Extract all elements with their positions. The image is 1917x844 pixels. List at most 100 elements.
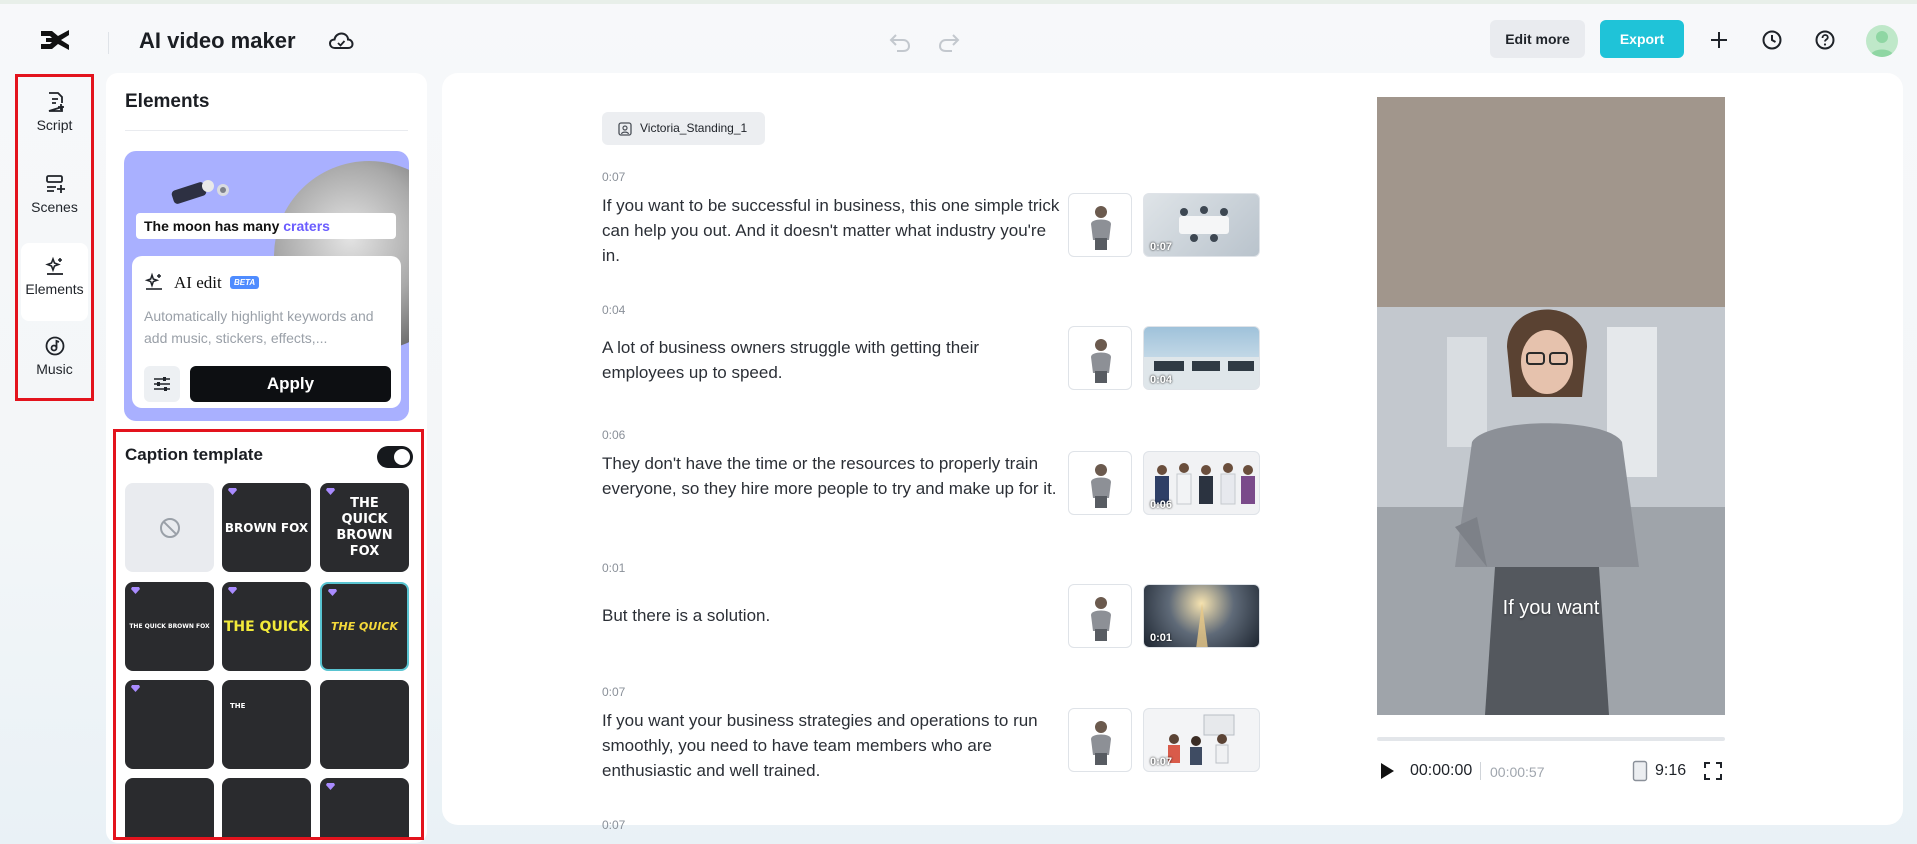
avatar-thumbnail[interactable]: [1068, 326, 1132, 390]
promo-caption-highlight: craters: [283, 218, 330, 234]
fullscreen-icon[interactable]: [1703, 761, 1723, 781]
current-time: 00:00:00: [1410, 762, 1473, 779]
avatar-thumbnail[interactable]: [1068, 584, 1132, 648]
template-item[interactable]: THE QUICK BROWN FOX: [125, 582, 214, 671]
preview-caption: If you want: [1502, 597, 1600, 619]
ai-edit-card: AI edit BETA Automatically highlight key…: [132, 256, 401, 408]
segment-time: 0:01: [602, 561, 626, 575]
playback-progress-bar[interactable]: [1377, 737, 1725, 741]
segment-text[interactable]: If you want your business strategies and…: [602, 708, 1062, 783]
avatar-figure-icon: [1091, 206, 1111, 250]
avatar-figure-icon: [1091, 464, 1111, 508]
ai-edit-description: Automatically highlight keywords and add…: [144, 308, 374, 346]
sliders-icon: [154, 377, 170, 391]
music-icon: [45, 336, 64, 356]
total-time: 00:00:57: [1490, 764, 1545, 780]
video-preview[interactable]: If you want: [1377, 97, 1725, 715]
help-icon[interactable]: [1813, 28, 1837, 52]
scene-thumbnail[interactable]: 0:06: [1143, 451, 1260, 515]
scene-duration: 0:01: [1150, 632, 1173, 644]
aspect-ratio-label[interactable]: 9:16: [1655, 762, 1686, 780]
none-icon: [159, 517, 180, 538]
segment-time: 0:04: [602, 303, 626, 317]
avatar-thumbnail[interactable]: [1068, 193, 1132, 257]
template-text: THE QUICK BROWN FOX: [129, 623, 210, 630]
template-item[interactable]: BROWN FOX: [222, 483, 311, 572]
nav-item-script[interactable]: Script: [21, 79, 88, 157]
app-title: AI video maker: [139, 28, 296, 53]
panel-title: Elements: [125, 91, 210, 112]
template-item[interactable]: [320, 778, 409, 837]
script-segment[interactable]: 0:06 They don't have the time or the res…: [602, 428, 1262, 538]
ai-edit-promo: The moon has many craters AI edit BETA A…: [124, 151, 409, 421]
template-text: THE QUICK: [223, 618, 310, 635]
segment-text[interactable]: If you want to be successful in business…: [602, 193, 1062, 268]
left-nav: Script Scenes Elements Music: [15, 74, 94, 401]
scene-thumbnail[interactable]: 0:07: [1143, 708, 1260, 772]
nav-item-elements[interactable]: Elements: [21, 243, 88, 321]
history-icon[interactable]: [1760, 28, 1784, 52]
segment-time: 0:07: [602, 818, 626, 832]
premium-gem-icon: [328, 589, 337, 596]
premium-gem-icon: [326, 783, 335, 790]
premium-gem-icon: [228, 587, 237, 594]
avatar-thumbnail[interactable]: [1068, 451, 1132, 515]
scenes-icon: [45, 175, 65, 193]
avatar-tag[interactable]: Victoria_Standing_1: [602, 112, 766, 145]
segment-text[interactable]: But there is a solution.: [602, 603, 1062, 628]
edit-more-button[interactable]: Edit more: [1490, 20, 1585, 58]
template-text: BROWN FOX: [224, 520, 309, 535]
scene-thumbnail[interactable]: 0:07: [1143, 193, 1260, 257]
nav-label-scenes: Scenes: [31, 199, 78, 215]
avatar-figure-icon: [1091, 339, 1111, 383]
nav-label-elements: Elements: [25, 281, 84, 297]
template-item[interactable]: [125, 680, 214, 769]
undo-icon[interactable]: [888, 31, 912, 53]
script-segment[interactable]: 0:07: [602, 818, 1262, 838]
template-item[interactable]: [320, 680, 409, 769]
script-segment[interactable]: 0:07 If you want your business strategie…: [602, 685, 1262, 785]
user-avatar[interactable]: [1866, 25, 1898, 57]
template-item[interactable]: [222, 778, 311, 837]
time-separator: [1480, 762, 1481, 780]
scene-duration: 0:04: [1150, 374, 1173, 386]
scene-thumbnail[interactable]: 0:04: [1143, 326, 1260, 390]
premium-gem-icon: [228, 488, 237, 495]
avatar-thumbnail[interactable]: [1068, 708, 1132, 772]
segment-time: 0:07: [602, 170, 626, 184]
nav-item-scenes[interactable]: Scenes: [21, 161, 88, 239]
template-item[interactable]: [125, 778, 214, 837]
play-icon[interactable]: [1379, 762, 1395, 780]
caption-template-section: Caption template BROWN FOX THE QUICK BRO…: [113, 429, 424, 840]
presenter-video-frame: [1377, 97, 1725, 715]
apply-button[interactable]: Apply: [190, 366, 391, 402]
redo-icon[interactable]: [937, 31, 961, 53]
nav-item-music[interactable]: Music: [21, 323, 88, 401]
script-segment[interactable]: 0:04 A lot of business owners struggle w…: [602, 303, 1262, 393]
segment-text[interactable]: They don't have the time or the resource…: [602, 451, 1062, 501]
export-button[interactable]: Export: [1600, 20, 1684, 58]
header-divider: [108, 32, 109, 54]
template-item[interactable]: THE QUICK BROWN FOX: [320, 483, 409, 572]
scene-duration: 0:07: [1150, 241, 1173, 253]
capcut-logo[interactable]: [38, 26, 72, 56]
script-segment[interactable]: 0:01 But there is a solution. 0:01: [602, 561, 1262, 651]
template-item[interactable]: THE QUICK: [222, 582, 311, 671]
cloud-sync-icon[interactable]: [328, 30, 354, 52]
premium-gem-icon: [326, 488, 335, 495]
elements-icon: [44, 256, 63, 275]
segment-text[interactable]: A lot of business owners struggle with g…: [602, 335, 1062, 385]
premium-gem-icon: [131, 685, 140, 692]
scene-thumbnail[interactable]: 0:01: [1143, 584, 1260, 648]
template-item[interactable]: THE: [222, 680, 311, 769]
script-segment[interactable]: 0:07 If you want to be successful in bus…: [602, 170, 1262, 265]
caption-template-toggle[interactable]: [377, 446, 413, 468]
ai-edit-icon: [144, 272, 162, 290]
aspect-ratio-icon[interactable]: [1632, 760, 1648, 782]
template-item-selected[interactable]: THE QUICK: [320, 582, 409, 671]
template-none[interactable]: [125, 483, 214, 572]
nav-label-script: Script: [36, 117, 73, 133]
promo-caption-text: The moon has many: [144, 218, 280, 234]
plus-icon[interactable]: [1707, 28, 1731, 52]
ai-edit-settings-button[interactable]: [144, 366, 180, 402]
